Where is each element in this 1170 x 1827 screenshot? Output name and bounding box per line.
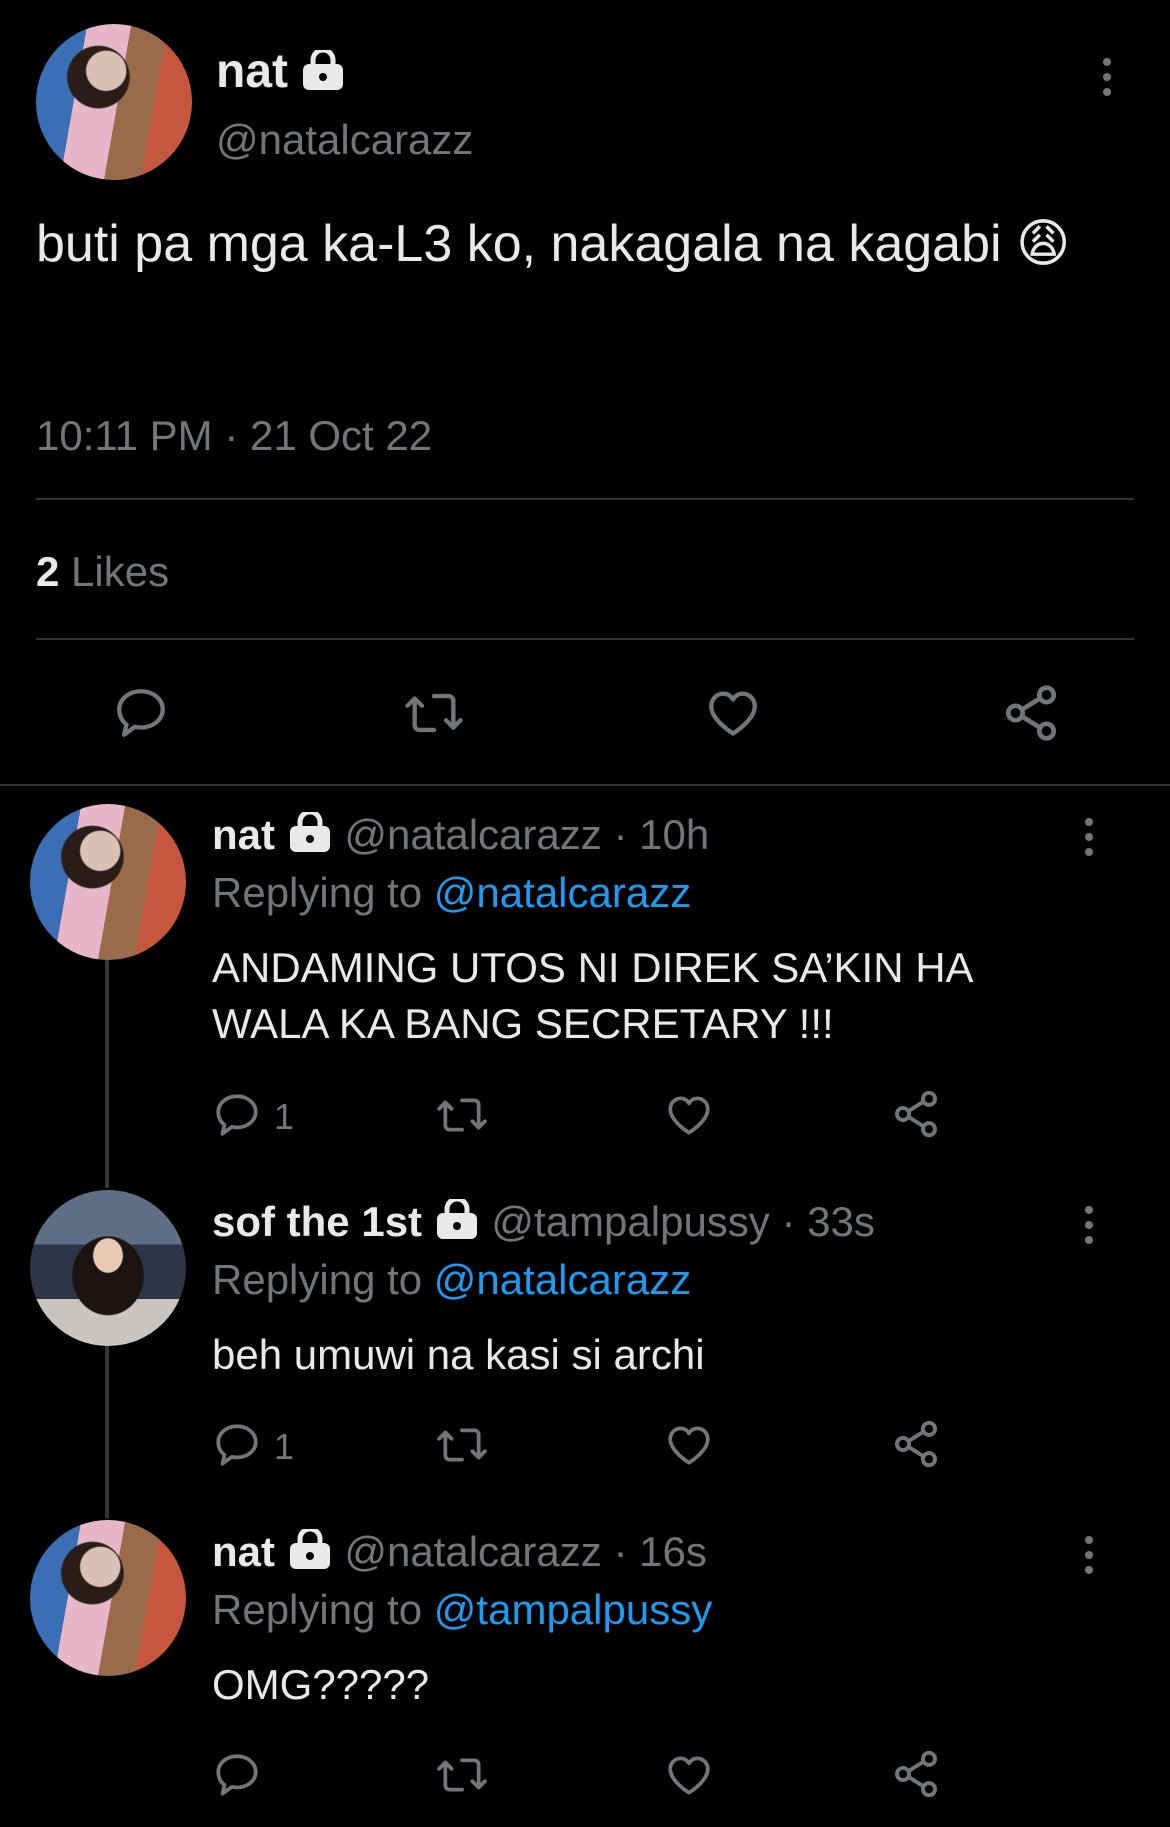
- reply-author-handle[interactable]: @natalcarazz: [344, 1528, 601, 1575]
- reply-header: nat @natalcarazz · 16s: [212, 1526, 707, 1580]
- reply-author-name[interactable]: sof the 1st: [212, 1198, 422, 1245]
- reply-text: ANDAMING UTOS NI DIREK SA’KIN HA WALA KA…: [212, 944, 972, 1047]
- reply-header: sof the 1st @tampalpussy · 33s: [212, 1196, 875, 1250]
- reply-bubble-icon[interactable]: [112, 684, 170, 742]
- retweet-icon[interactable]: [434, 1090, 490, 1140]
- reply-count: 1: [274, 1096, 295, 1137]
- reply-header: nat @natalcarazz · 10h: [212, 809, 709, 863]
- reply-text: OMG?????: [212, 1661, 430, 1708]
- lock-icon: [434, 1196, 480, 1250]
- share-icon[interactable]: [890, 1748, 942, 1800]
- lock-icon: [301, 47, 345, 102]
- replying-label: Replying to: [212, 1256, 423, 1303]
- lock-icon: [287, 809, 333, 863]
- thread-line: [105, 960, 109, 1188]
- tweet-time: 10:11 PM: [36, 412, 213, 459]
- more-dots-icon[interactable]: [1101, 58, 1113, 103]
- share-icon[interactable]: [1000, 682, 1062, 744]
- dot-separator: ·: [781, 1198, 796, 1245]
- share-icon[interactable]: [890, 1418, 942, 1470]
- reply-author-name[interactable]: nat: [212, 1528, 275, 1575]
- more-dots-icon[interactable]: [1083, 1536, 1095, 1581]
- author-avatar[interactable]: [36, 24, 192, 180]
- replying-to-line: Replying to @natalcarazz: [212, 1255, 691, 1305]
- heart-icon[interactable]: [664, 1090, 714, 1140]
- reply-bubble-icon[interactable]: [212, 1090, 262, 1140]
- tweet-date: 21 Oct 22: [250, 412, 433, 459]
- reply-time[interactable]: 33s: [807, 1198, 875, 1245]
- section-divider: [0, 784, 1170, 786]
- author-handle[interactable]: @natalcarazz: [216, 116, 473, 164]
- replying-to-line: Replying to @tampalpussy: [212, 1585, 712, 1635]
- dot-separator: ·: [613, 811, 628, 858]
- replying-label: Replying to: [212, 869, 423, 916]
- tweet-text: buti pa mga ka-L3 ko, nakagala na kagabi…: [36, 215, 1071, 273]
- more-dots-icon[interactable]: [1083, 818, 1095, 863]
- timestamp-separator: ·: [224, 412, 239, 459]
- retweet-icon[interactable]: [402, 684, 466, 742]
- thread-line: [105, 1346, 109, 1518]
- replying-label: Replying to: [212, 1586, 423, 1633]
- divider: [36, 638, 1134, 640]
- author-name-row[interactable]: nat: [216, 44, 345, 102]
- likes-label: Likes: [71, 548, 170, 595]
- tweet-timestamp[interactable]: 10:11 PM · 21 Oct 22: [36, 412, 432, 460]
- reply-bubble-icon[interactable]: [212, 1750, 262, 1800]
- more-dots-icon[interactable]: [1083, 1206, 1095, 1251]
- reply-avatar[interactable]: [30, 804, 186, 960]
- likes-stat[interactable]: 2 Likes: [36, 548, 169, 596]
- reply-avatar[interactable]: [30, 1520, 186, 1676]
- reply-time[interactable]: 16s: [639, 1528, 707, 1575]
- retweet-icon[interactable]: [434, 1420, 490, 1470]
- likes-count: 2: [36, 548, 60, 595]
- author-name: nat: [216, 45, 288, 98]
- lock-icon: [287, 1526, 333, 1580]
- reply-time[interactable]: 10h: [639, 811, 709, 858]
- replying-to-mention[interactable]: @natalcarazz: [434, 869, 691, 916]
- retweet-icon[interactable]: [434, 1750, 490, 1800]
- reply-count: 1: [274, 1426, 295, 1467]
- reply-avatar[interactable]: [30, 1190, 186, 1346]
- replying-to-line: Replying to @natalcarazz: [212, 868, 691, 918]
- reply-author-handle[interactable]: @tampalpussy: [491, 1198, 769, 1245]
- share-icon[interactable]: [890, 1088, 942, 1140]
- divider: [36, 498, 1134, 500]
- heart-icon[interactable]: [704, 684, 762, 742]
- reply-author-name[interactable]: nat: [212, 811, 275, 858]
- replying-to-mention[interactable]: @tampalpussy: [434, 1586, 712, 1633]
- dot-separator: ·: [613, 1528, 628, 1575]
- heart-icon[interactable]: [664, 1750, 714, 1800]
- heart-icon[interactable]: [664, 1420, 714, 1470]
- reply-author-handle[interactable]: @natalcarazz: [344, 811, 601, 858]
- replying-to-mention[interactable]: @natalcarazz: [434, 1256, 691, 1303]
- reply-bubble-icon[interactable]: [212, 1420, 262, 1470]
- reply-text: beh umuwi na kasi si archi: [212, 1331, 705, 1378]
